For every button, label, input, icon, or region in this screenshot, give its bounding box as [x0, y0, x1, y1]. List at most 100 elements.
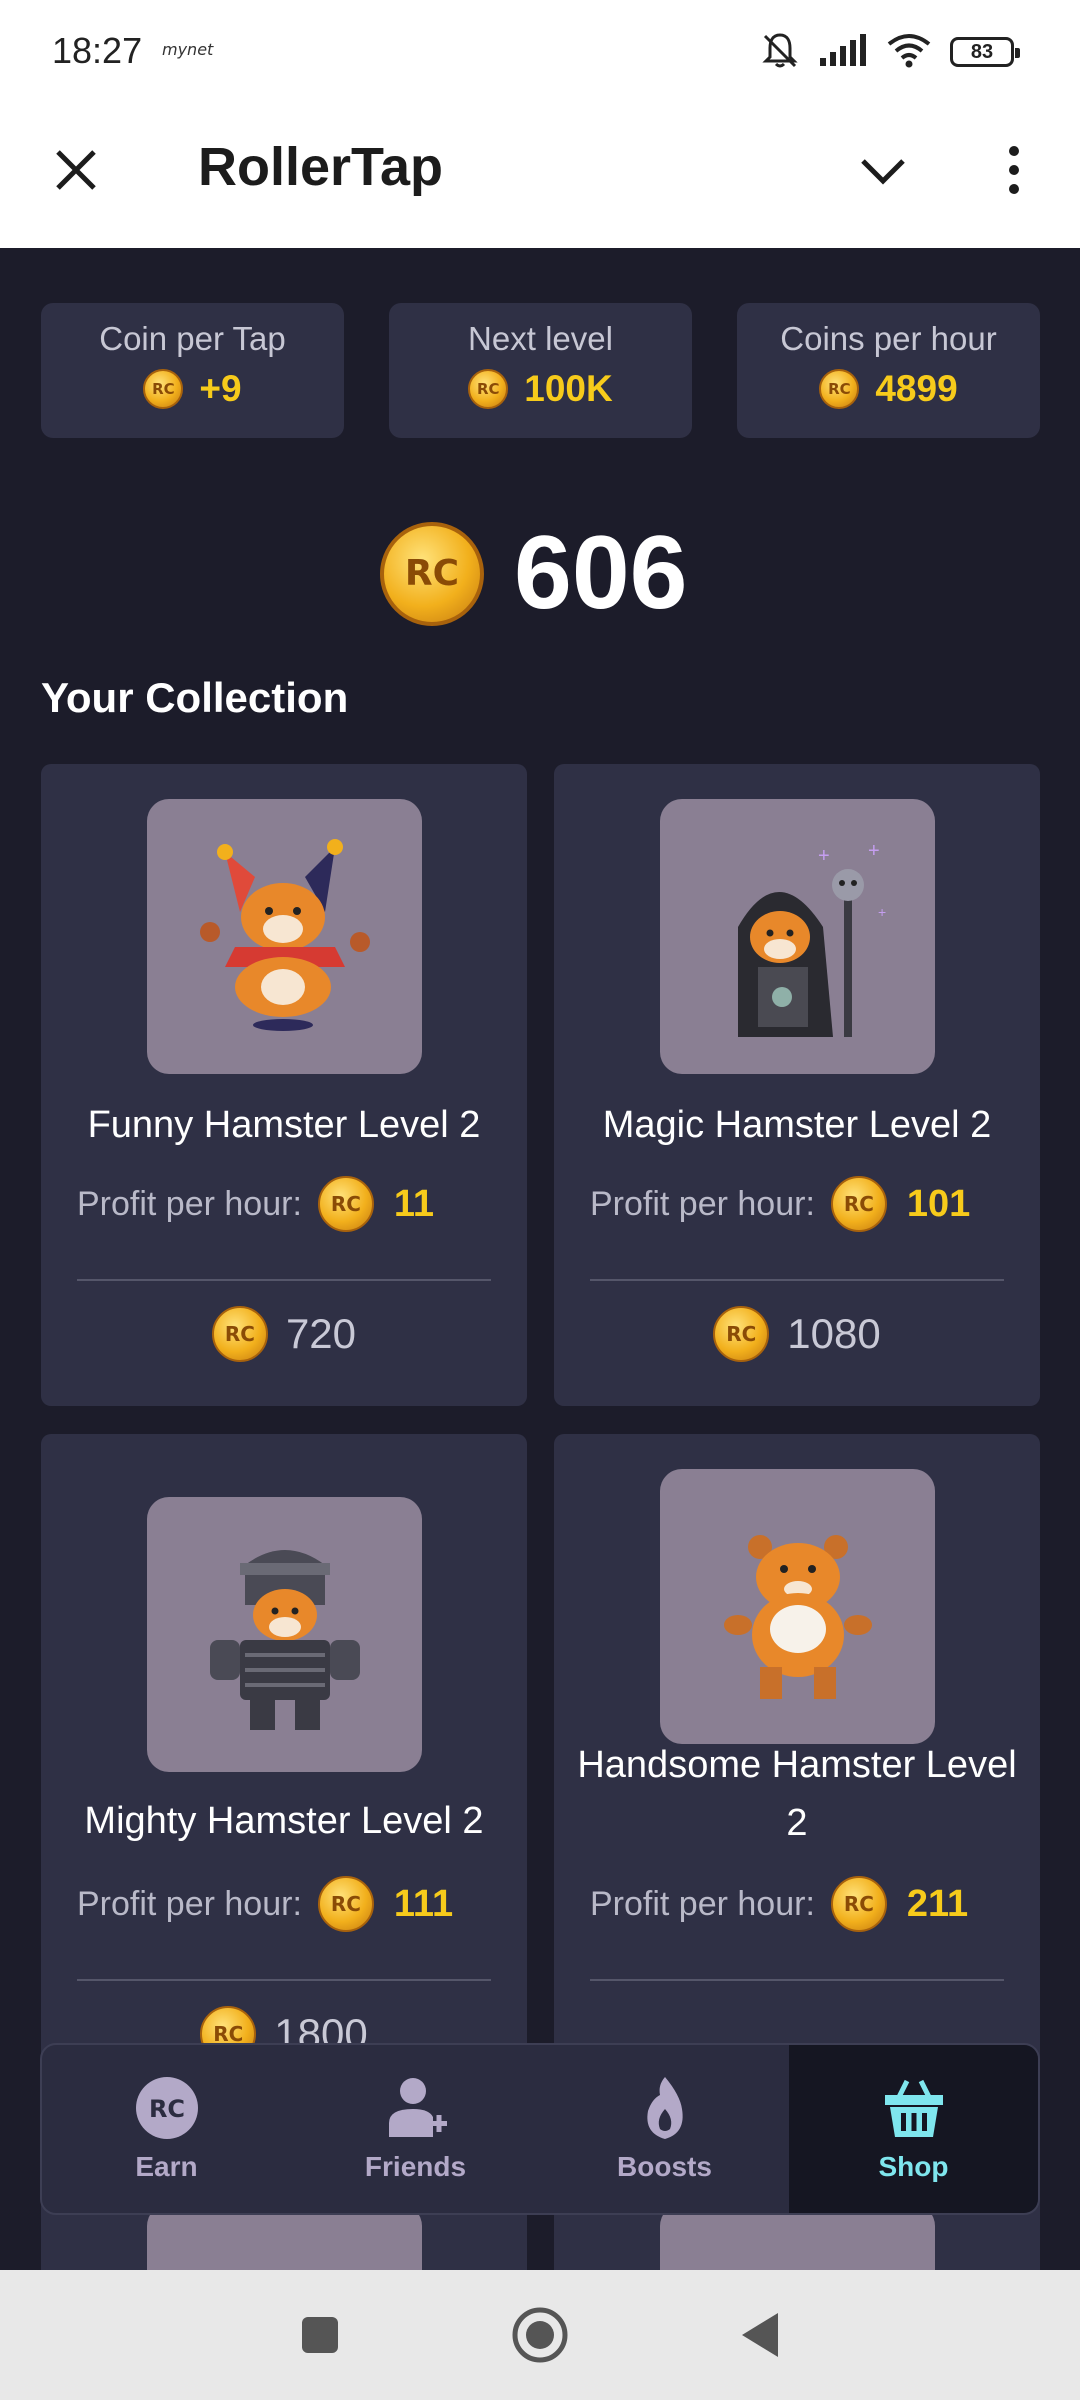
mighty-hamster-icon [209, 1549, 360, 1730]
nav-label: Friends [364, 2151, 467, 2182]
funny-hamster-icon [199, 838, 370, 1031]
stat-label: Coins per hour [780, 320, 997, 357]
stat-label: Next level [468, 320, 613, 357]
coin-icon: RC [211, 1306, 268, 1362]
handsome-hamster-icon [723, 1534, 872, 1699]
rc-coin-icon: RC [135, 2077, 198, 2139]
more-vertical-icon [1009, 146, 1019, 194]
divider [77, 1279, 491, 1281]
stat-label: Coin per Tap [99, 320, 286, 357]
hamster-preview-icon [698, 2214, 898, 2270]
profit-row: Profit per hour: RC 111 [77, 1876, 453, 1932]
battery-indicator: 83 [950, 37, 1020, 67]
stat-value: 4899 [875, 368, 958, 409]
hamster-image [147, 1497, 422, 1772]
price-row: RC 1080 [554, 1306, 1040, 1362]
profit-label: Profit per hour: [590, 1184, 815, 1223]
chevron-down-icon [861, 159, 905, 185]
nav-label: Boosts [617, 2151, 712, 2182]
divider [590, 1279, 1004, 1281]
status-brand: mynet [162, 40, 214, 59]
profit-value: 11 [393, 1182, 435, 1225]
status-icons: 83 [760, 30, 1020, 75]
profit-label: Profit per hour: [590, 1884, 815, 1923]
coin-icon: RC [819, 369, 860, 409]
app-title: RollerTap [198, 137, 444, 197]
profit-value: 101 [906, 1182, 971, 1225]
triangle-back-icon [742, 2313, 778, 2357]
profit-row: Profit per hour: RC 101 [590, 1176, 970, 1232]
silent-bell-icon [760, 30, 800, 75]
price-value: 1080 [787, 1310, 881, 1357]
stat-value: 100K [524, 368, 613, 409]
profit-value: 111 [393, 1882, 454, 1925]
coin-icon: RC [143, 369, 184, 409]
add-friend-icon [388, 2078, 447, 2137]
hamster-image: + + + [660, 799, 935, 1074]
status-bar: 18:27 mynet 83 [0, 0, 1080, 100]
balance-value: 606 [514, 515, 688, 631]
stats-row: Coin per Tap RC +9 Next level RC 100K Co… [41, 303, 1040, 438]
circle-icon [512, 2307, 568, 2363]
price-row: RC 720 [41, 1306, 527, 1362]
square-icon [302, 2317, 338, 2353]
price-value: 720 [285, 1310, 357, 1357]
app-header: RollerTap [0, 100, 1080, 248]
collection-card[interactable]: Funny Hamster Level 2 Profit per hour: R… [41, 764, 527, 1406]
close-icon [56, 150, 96, 190]
nav-item-earn[interactable]: RC Earn [42, 2045, 291, 2213]
hamster-image [660, 1469, 935, 1744]
nav-item-friends[interactable]: Friends [291, 2045, 540, 2213]
svg-text:+: + [868, 840, 880, 862]
card-name: Funny Hamster Level 2 [87, 1104, 481, 1146]
magic-hamster-icon: + + + [737, 840, 886, 1037]
svg-text:RC: RC [148, 2095, 184, 2123]
profit-label: Profit per hour: [77, 1184, 302, 1223]
divider [77, 1979, 491, 1981]
svg-text:+: + [878, 904, 886, 920]
profit-label: Profit per hour: [77, 1884, 302, 1923]
profit-row: Profit per hour: RC 211 [590, 1876, 968, 1932]
card-name: Handsome Hamster Level 2 [577, 1744, 1017, 1844]
stat-card-next-level: Next level RC 100K [389, 303, 692, 438]
card-name: Magic Hamster Level 2 [602, 1104, 992, 1146]
card-name: Mighty Hamster Level 2 [84, 1800, 484, 1842]
nav-label: Earn [135, 2151, 198, 2182]
nav-label: Shop [878, 2151, 949, 2182]
stat-value: +9 [199, 368, 242, 409]
main-content: Coin per Tap RC +9 Next level RC 100K Co… [0, 248, 1080, 2270]
profit-row: Profit per hour: RC 11 [77, 1176, 434, 1232]
coin-icon: RC [468, 369, 509, 409]
coin-icon: RC [380, 521, 484, 626]
stat-card-coins-per-hour: Coins per hour RC 4899 [737, 303, 1040, 438]
stat-card-coin-per-tap: Coin per Tap RC +9 [41, 303, 344, 438]
flame-icon [646, 2077, 683, 2139]
nav-item-boosts[interactable]: Boosts [540, 2045, 789, 2213]
wifi-icon [886, 32, 932, 73]
coin-icon: RC [317, 1176, 374, 1232]
coin-icon: RC [830, 1176, 887, 1232]
bottom-nav: RC Earn Friends Boosts Shop [40, 2043, 1040, 2215]
coin-icon: RC [830, 1876, 887, 1932]
collapse-button[interactable] [848, 138, 918, 202]
section-title: Your Collection [41, 674, 349, 721]
status-time: 18:27 [52, 30, 143, 71]
hamster-preview-icon [185, 2214, 385, 2270]
close-button[interactable] [44, 138, 108, 202]
back-button[interactable] [725, 2300, 795, 2370]
signal-icon [818, 32, 868, 73]
collection-card[interactable]: + + + Magic Hamster Level 2 Profit per h… [554, 764, 1040, 1406]
basket-icon [884, 2079, 943, 2137]
coin-icon: RC [317, 1876, 374, 1932]
coin-balance: RC 606 [380, 514, 688, 633]
svg-text:+: + [818, 845, 830, 867]
home-button[interactable] [505, 2300, 575, 2370]
hamster-image [147, 799, 422, 1074]
system-nav-bar [0, 2270, 1080, 2400]
recent-apps-button[interactable] [285, 2300, 355, 2370]
coin-icon: RC [713, 1306, 770, 1362]
divider [590, 1979, 1004, 1981]
nav-item-shop[interactable]: Shop [789, 2045, 1038, 2213]
profit-value: 211 [906, 1882, 969, 1925]
more-options-button[interactable] [984, 138, 1044, 202]
